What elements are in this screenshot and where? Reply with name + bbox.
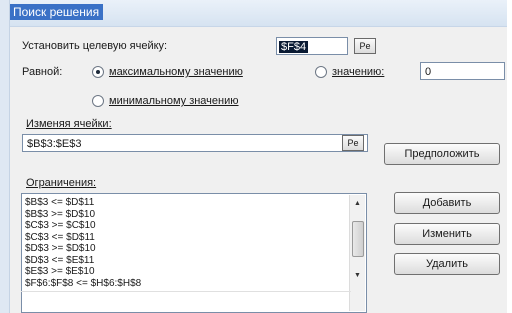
constraint-item[interactable]: $F$6:$F$8 <= $H$6:$H$8 xyxy=(25,278,346,290)
value-input[interactable]: 0 xyxy=(420,62,505,80)
radio-max[interactable] xyxy=(92,66,104,78)
scroll-down-icon[interactable]: ▼ xyxy=(350,269,365,283)
constraint-item[interactable]: $B$3 <= $D$11 xyxy=(25,197,346,209)
change-constraint-button[interactable]: Изменить xyxy=(394,223,500,245)
add-constraint-button[interactable]: Добавить xyxy=(394,192,500,214)
target-cell-ref-button[interactable]: Pe xyxy=(354,38,376,54)
window-frame-right xyxy=(507,0,512,313)
title-bar: Поиск решения xyxy=(0,0,512,27)
constraint-item[interactable]: $E$3 >= $E$10 xyxy=(25,266,346,278)
constraint-item[interactable]: $D$3 >= $D$10 xyxy=(25,243,346,255)
solver-dialog: Установить целевую ячейку: $F$4 Pe Равно… xyxy=(10,27,507,313)
constraints-label: Ограничения: xyxy=(26,177,97,189)
radio-min-label[interactable]: минимальному значению xyxy=(109,94,239,108)
guess-button[interactable]: Предположить xyxy=(384,143,500,165)
constraints-items: $B$3 <= $D$11 $B$3 >= $D$10 $C$3 >= $C$1… xyxy=(25,197,346,289)
radio-min[interactable] xyxy=(92,95,104,107)
target-cell-input[interactable]: $F$4 xyxy=(276,37,348,55)
constraints-scrollbar[interactable]: ▲ ▼ xyxy=(349,195,365,311)
constraint-item[interactable]: $C$3 >= $C$10 xyxy=(25,220,346,232)
constraint-item[interactable]: $D$3 <= $E$11 xyxy=(25,255,346,267)
scroll-up-icon[interactable]: ▲ xyxy=(350,197,365,211)
constraint-item[interactable]: $C$3 <= $D$11 xyxy=(25,232,346,244)
target-cell-label: Установить целевую ячейку: xyxy=(22,40,168,52)
constraint-item[interactable]: $B$3 >= $D$10 xyxy=(25,209,346,221)
changing-cells-input[interactable]: $B$3:$E$3 xyxy=(22,134,368,152)
scroll-thumb[interactable] xyxy=(352,221,364,257)
delete-constraint-button[interactable]: Удалить xyxy=(394,253,500,275)
changing-cells-label: Изменяя ячейки: xyxy=(26,118,112,130)
window-title: Поиск решения xyxy=(9,4,104,20)
constraints-list[interactable]: $B$3 <= $D$11 $B$3 >= $D$10 $C$3 >= $C$1… xyxy=(21,193,367,313)
radio-max-label[interactable]: максимальному значению xyxy=(109,65,243,79)
target-cell-value: $F$4 xyxy=(279,41,309,53)
radio-value-label[interactable]: значению: xyxy=(332,65,384,79)
equal-to-label: Равной: xyxy=(22,66,63,78)
radio-value[interactable] xyxy=(315,66,327,78)
window-frame-left xyxy=(0,0,10,313)
changing-cells-ref-button[interactable]: Pe xyxy=(342,135,364,151)
list-divider xyxy=(21,291,351,292)
